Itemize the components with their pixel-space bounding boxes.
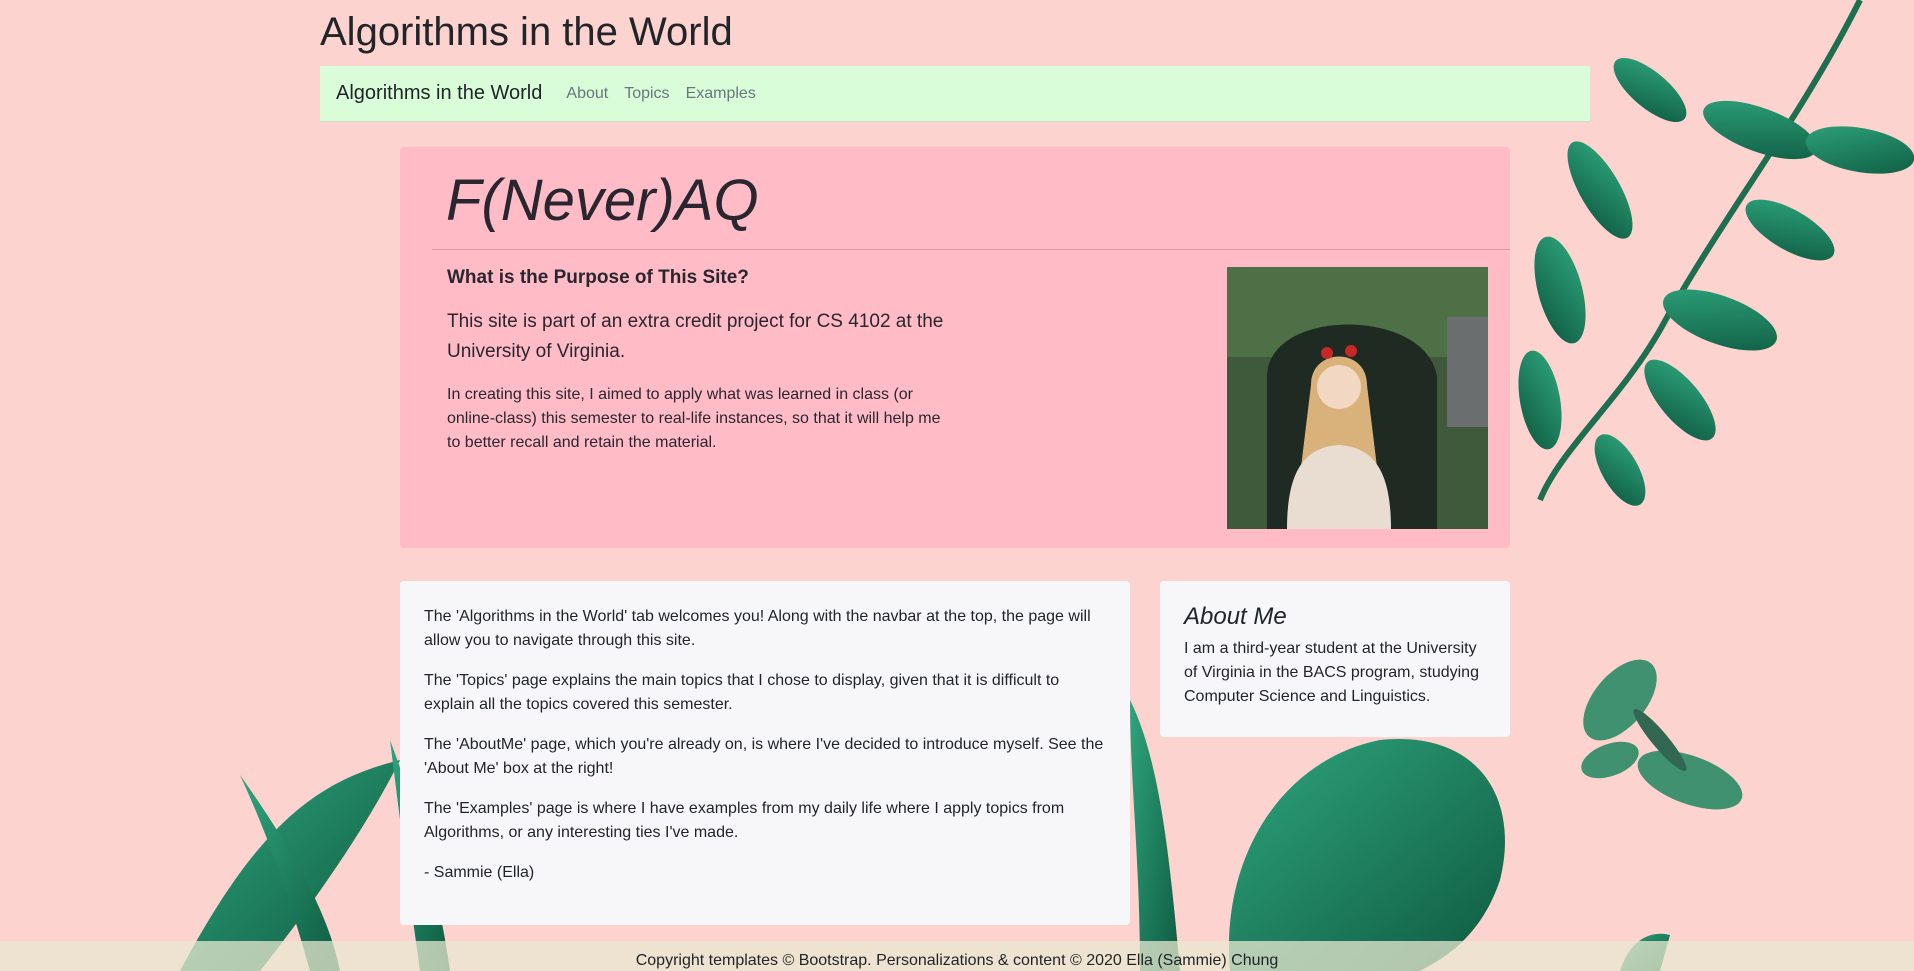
signature-text: - Sammie (Ella) [424,864,535,881]
divider [432,249,1510,250]
intro-paragraph: The 'Examples' page is where I have exam… [424,800,1065,841]
jumbotron-heading: F(Never)AQ [446,168,759,233]
footer: Copyright templates © Bootstrap. Persona… [0,941,1914,971]
navbar-brand[interactable]: Algorithms in the World [336,82,542,105]
about-me-text: I am a third-year student at the Univers… [1184,640,1479,705]
about-me-card: About Me I am a third-year student at th… [1160,581,1510,737]
profile-photo [1227,267,1488,529]
navbar: Algorithms in the World About Topics Exa… [320,66,1590,122]
intro-paragraph: The 'Topics' page explains the main topi… [424,672,1060,713]
nav-link-topics[interactable]: Topics [624,85,669,103]
intro-paragraph: The 'Algorithms in the World' tab welcom… [424,608,1091,649]
description-text: In creating this site, I aimed to apply … [447,386,941,451]
about-me-title: About Me [1184,603,1287,630]
nav-link-examples[interactable]: Examples [686,85,756,103]
intro-card: The 'Algorithms in the World' tab welcom… [400,581,1130,925]
lead-text: This site is part of an extra credit pro… [447,311,944,362]
nav-link-about[interactable]: About [566,85,608,103]
jumbotron: F(Never)AQ What is the Purpose of This S… [400,147,1510,548]
site-title: Algorithms in the World [320,10,733,54]
intro-paragraph: The 'AboutMe' page, which you're already… [424,736,1104,777]
copyright-text: Copyright templates © Bootstrap. Persona… [635,952,1279,969]
purpose-title: What is the Purpose of This Site? [447,267,749,288]
